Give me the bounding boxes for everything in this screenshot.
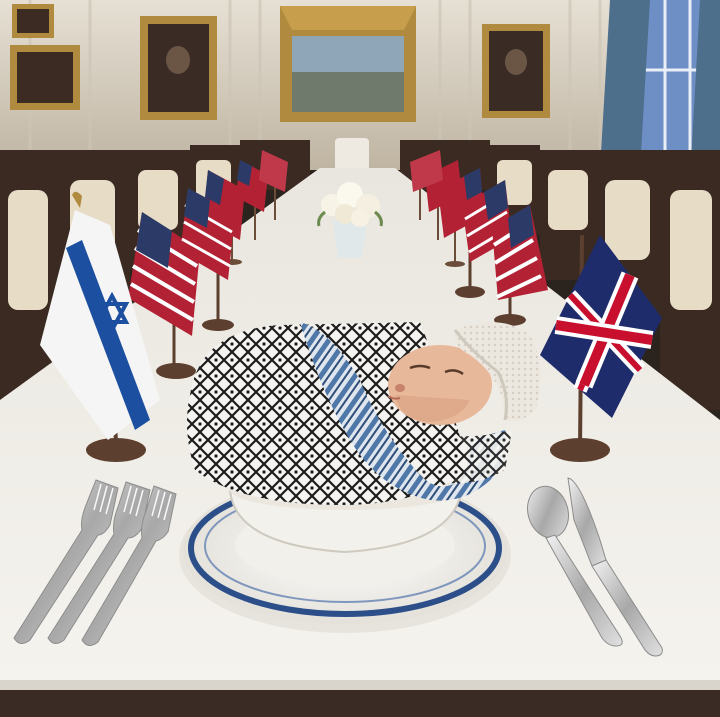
scene-image bbox=[0, 0, 720, 717]
